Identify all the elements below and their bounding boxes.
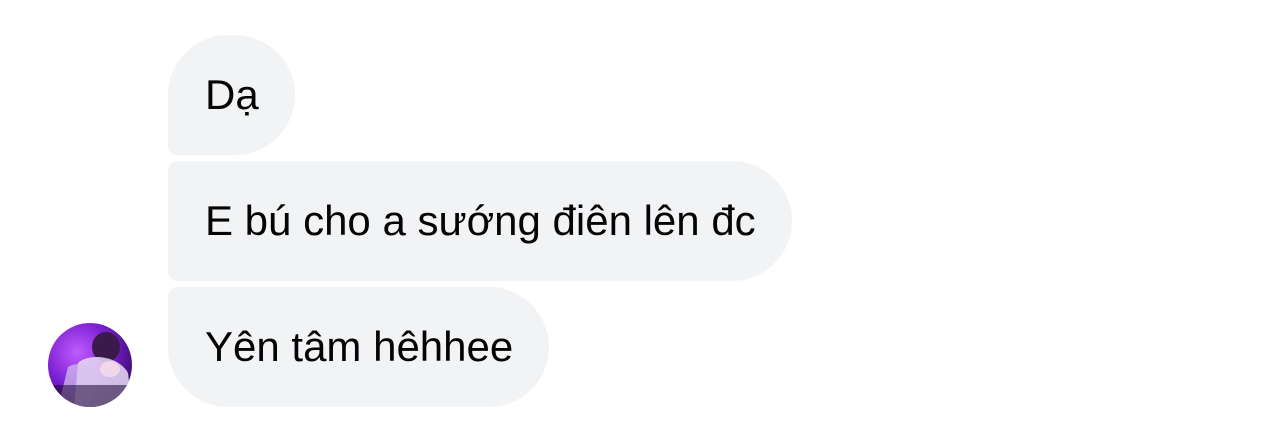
sender-avatar[interactable] <box>48 323 132 407</box>
message-bubble[interactable]: Yên tâm hêhhee <box>168 287 550 407</box>
message-text: E bú cho a sướng điên lên đc <box>205 197 756 244</box>
message-thread: Dạ E bú cho a sướng điên lên đc Yên tâm … <box>0 0 1284 429</box>
message-bubble[interactable]: Dạ <box>168 35 295 155</box>
profile-photo-icon <box>48 323 132 407</box>
message-text: Dạ <box>205 71 259 118</box>
message-text: Yên tâm hêhhee <box>205 323 514 370</box>
message-bubble[interactable]: E bú cho a sướng điên lên đc <box>168 161 792 281</box>
